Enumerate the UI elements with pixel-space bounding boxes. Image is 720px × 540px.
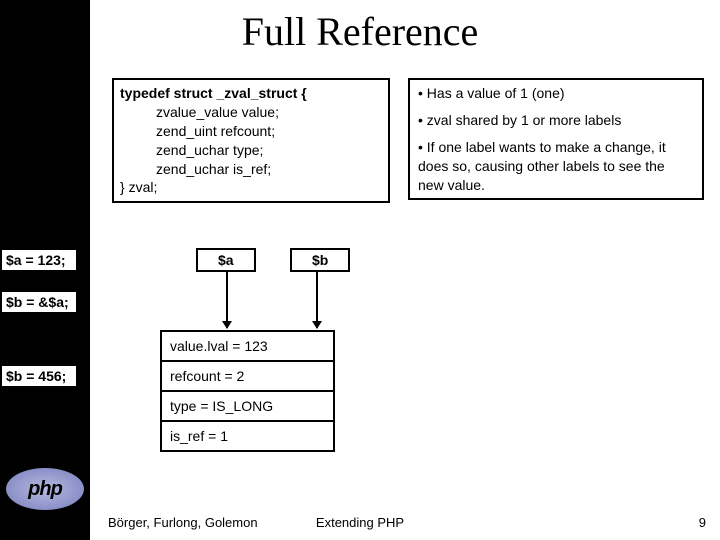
code-line: zend_uint refcount;	[120, 122, 382, 141]
bullet-item: • zval shared by 1 or more labels	[418, 111, 694, 130]
var-a-box: $a	[196, 248, 256, 272]
var-b-box: $b	[290, 248, 350, 272]
slide-title: Full Reference	[0, 8, 720, 55]
code-line: } zval;	[120, 179, 157, 195]
bullet-item: • Has a value of 1 (one)	[418, 84, 694, 103]
bullets-box: • Has a value of 1 (one) • zval shared b…	[408, 78, 704, 200]
zval-field-value: value.lval = 123	[162, 332, 333, 362]
typedef-code-box: typedef struct _zval_struct { zvalue_val…	[112, 78, 390, 203]
arrow-a-to-zval	[226, 272, 228, 328]
arrow-b-to-zval	[316, 272, 318, 328]
bullet-item: • If one label wants to make a change, i…	[418, 138, 694, 195]
code-line: zend_uchar type;	[120, 141, 382, 160]
zval-state-box: value.lval = 123 refcount = 2 type = IS_…	[160, 330, 335, 452]
code-line: typedef struct _zval_struct {	[120, 85, 307, 101]
code-line: zend_uchar is_ref;	[120, 160, 382, 179]
php-logo: php	[6, 468, 84, 510]
zval-field-refcount: refcount = 2	[162, 362, 333, 392]
zval-field-isref: is_ref = 1	[162, 422, 333, 450]
stmt-b-assign: $b = 456;	[0, 364, 78, 388]
footer-title: Extending PHP	[0, 515, 720, 530]
code-line: zvalue_value value;	[120, 103, 382, 122]
zval-field-type: type = IS_LONG	[162, 392, 333, 422]
stmt-b-ref: $b = &$a;	[0, 290, 78, 314]
stmt-a-assign: $a = 123;	[0, 248, 78, 272]
footer-page: 9	[699, 515, 706, 530]
